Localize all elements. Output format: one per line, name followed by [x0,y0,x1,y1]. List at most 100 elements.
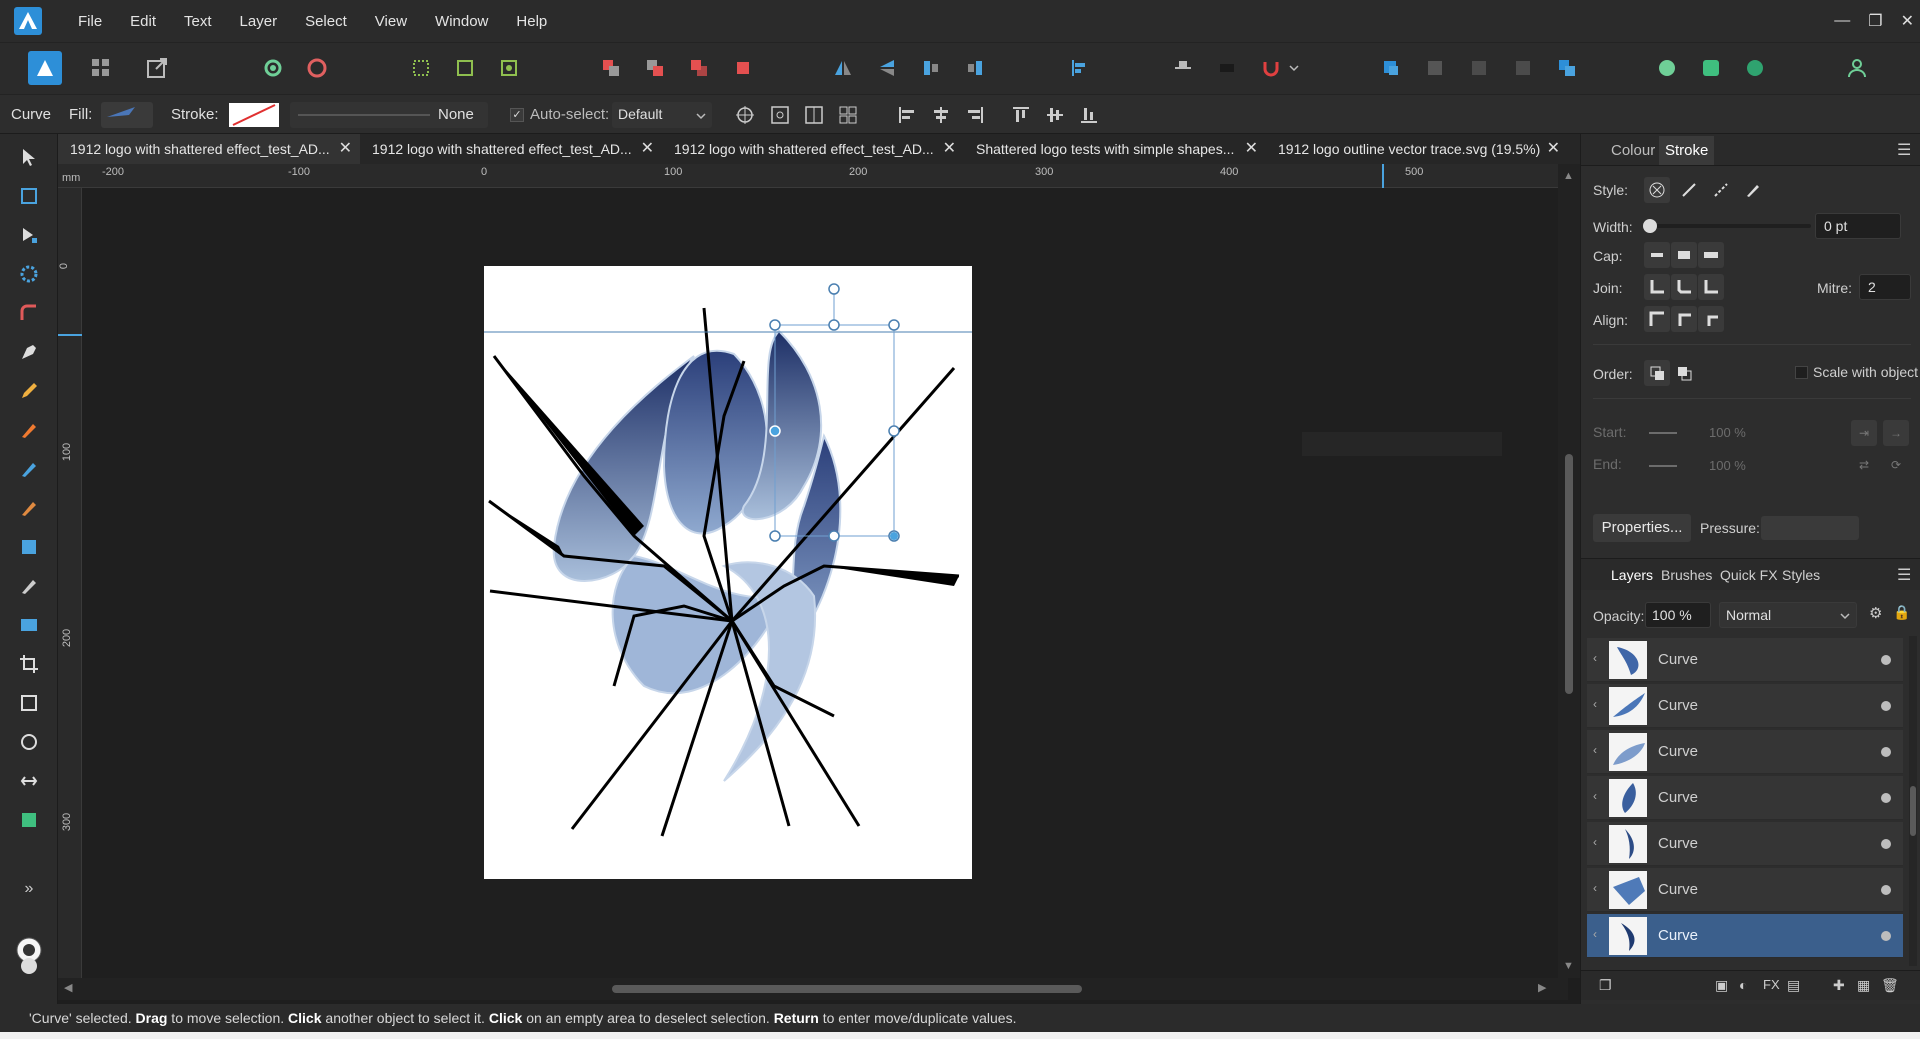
tab-doc-3[interactable]: 1912 logo with shattered effect_test_AD.… [662,134,964,164]
layer-row[interactable]: ‹ Curve [1587,776,1903,820]
artboard[interactable] [484,266,972,879]
artboard-tool-icon[interactable] [14,181,44,211]
menu-view[interactable]: View [361,13,421,30]
mitre-value-field[interactable]: 2 [1859,274,1911,300]
layer-row-selected[interactable]: ‹ Curve [1587,914,1903,958]
shattered-logo-artwork[interactable] [484,266,972,879]
place-image-tool-icon[interactable] [14,610,44,640]
align-top-icon[interactable] [1010,104,1032,129]
tab-layers[interactable]: Layers [1611,567,1653,583]
transform-origin-icon[interactable] [734,104,756,129]
style-solid-icon[interactable] [1676,177,1702,203]
scroll-up-icon[interactable]: ▲ [1563,170,1574,182]
order-front-icon[interactable] [1671,360,1697,386]
distribute-icon[interactable] [803,104,825,129]
layer-visibility-icon[interactable] [1881,747,1891,757]
expand-tools-icon[interactable]: » [14,874,44,904]
opacity-field[interactable]: 100 % [1645,602,1711,628]
tab-close-icon[interactable]: ✕ [1547,134,1560,164]
align-right-icon[interactable] [964,104,986,129]
align-middle-icon[interactable] [1044,104,1066,129]
close-window-icon[interactable]: ✕ [1901,11,1914,31]
tab-stroke[interactable]: Stroke [1659,136,1715,165]
move-tool-icon[interactable] [14,142,44,172]
tab-doc-2[interactable]: 1912 logo with shattered effect_test_AD.… [360,134,662,164]
layer-row[interactable]: ‹ Curve [1587,684,1903,728]
transparency-tool-icon[interactable] [14,571,44,601]
canvas-area[interactable] [82,188,1568,978]
layer-visibility-icon[interactable] [1881,701,1891,711]
layer-visibility-icon[interactable] [1881,931,1891,941]
scale-with-object-checkbox[interactable] [1795,366,1808,379]
move-backward-icon[interactable] [640,53,670,83]
delete-layer-icon[interactable]: 🗑 [1881,977,1899,994]
v-scroll-thumb[interactable] [1565,454,1573,694]
rectangle-tool-icon[interactable] [14,688,44,718]
align-left-icon[interactable] [896,104,918,129]
layer-visibility-icon[interactable] [1881,839,1891,849]
minimize-icon[interactable]: — [1834,12,1850,30]
snap-dropdown-chevron-icon[interactable] [1286,53,1302,83]
tab-doc-1[interactable]: 1912 logo with shattered effect_test_AD.… [58,134,360,164]
layer-row[interactable]: ‹ Curve [1587,730,1903,774]
align-inside-icon[interactable] [1644,306,1670,332]
layer-fx-icon[interactable]: ‹ [1593,743,1597,757]
snap-icon[interactable] [406,53,436,83]
mask-layer-icon[interactable]: ▣ [1715,977,1728,994]
align-outside-icon[interactable] [1698,306,1724,332]
cap-square-icon[interactable] [1698,242,1724,268]
restore-icon[interactable]: ❐ [1868,11,1882,31]
tab-brushes[interactable]: Brushes [1661,567,1712,583]
snap-group-icon[interactable] [494,53,524,83]
designer-persona-icon[interactable] [28,51,62,85]
menu-window[interactable]: Window [421,13,502,30]
pressure-graph[interactable] [1761,516,1859,540]
start-scale-value[interactable]: 100 % [1709,425,1746,440]
geometry-divide-icon[interactable] [1552,53,1582,83]
fill-tool-icon[interactable] [14,454,44,484]
width-slider-handle[interactable] [1643,219,1657,233]
boolean-icon[interactable] [1168,53,1198,83]
settings-gear-icon[interactable] [258,53,288,83]
layer-lock-icon[interactable]: 🔒 [1893,604,1910,621]
assistant-icon[interactable] [302,53,332,83]
snap-box-icon[interactable] [450,53,480,83]
align-center-stroke-icon[interactable] [1671,306,1697,332]
move-front-icon[interactable] [728,53,758,83]
width-value-field[interactable]: 0 pt [1815,213,1901,239]
tab-doc-5[interactable]: 1912 logo outline vector trace.svg (19.5… [1266,134,1568,164]
fx-icon[interactable]: FX [1763,977,1780,992]
layer-row[interactable]: ‹ Curve [1587,638,1903,682]
layer-fx-icon[interactable]: ‹ [1593,697,1597,711]
layer-visibility-icon[interactable] [1881,655,1891,665]
layers-scrollbar[interactable] [1909,636,1917,966]
scroll-left-icon[interactable]: ◀ [64,981,72,994]
autoselect-dropdown[interactable]: Default [612,102,712,128]
persona-green-2-icon[interactable] [1696,53,1726,83]
join-mitre-icon[interactable] [1698,274,1724,300]
layers-stack-icon[interactable]: ❐ [1599,977,1612,994]
ellipse-tool-icon[interactable] [14,727,44,757]
join-bevel-icon[interactable] [1671,274,1697,300]
layers-scroll-thumb[interactable] [1910,786,1916,836]
pencil-tool-icon[interactable] [14,376,44,406]
live-filter-icon[interactable]: ▤ [1787,977,1800,994]
layer-row[interactable]: ‹ Curve [1587,822,1903,866]
group-layers-icon[interactable]: ▦ [1857,977,1870,994]
move-back-icon[interactable] [596,53,626,83]
layer-settings-gear-icon[interactable]: ⚙ [1869,604,1882,622]
layer-fx-icon[interactable]: ‹ [1593,881,1597,895]
style-brush-icon[interactable] [1740,177,1766,203]
pixel-persona-icon[interactable] [86,53,116,83]
scroll-right-icon[interactable]: ▶ [1538,981,1546,994]
menu-layer[interactable]: Layer [226,13,292,30]
arrow-end-icon[interactable]: → [1883,420,1909,446]
end-scale-value[interactable]: 100 % [1709,458,1746,473]
text-frame-tool-icon[interactable] [14,766,44,796]
geometry-add-icon[interactable] [1420,53,1450,83]
pixel-tool-icon[interactable] [14,532,44,562]
grid-icon[interactable] [837,104,859,129]
corner-tool-icon[interactable] [14,298,44,328]
menu-edit[interactable]: Edit [116,13,170,30]
layer-fx-icon[interactable]: ‹ [1593,651,1597,665]
